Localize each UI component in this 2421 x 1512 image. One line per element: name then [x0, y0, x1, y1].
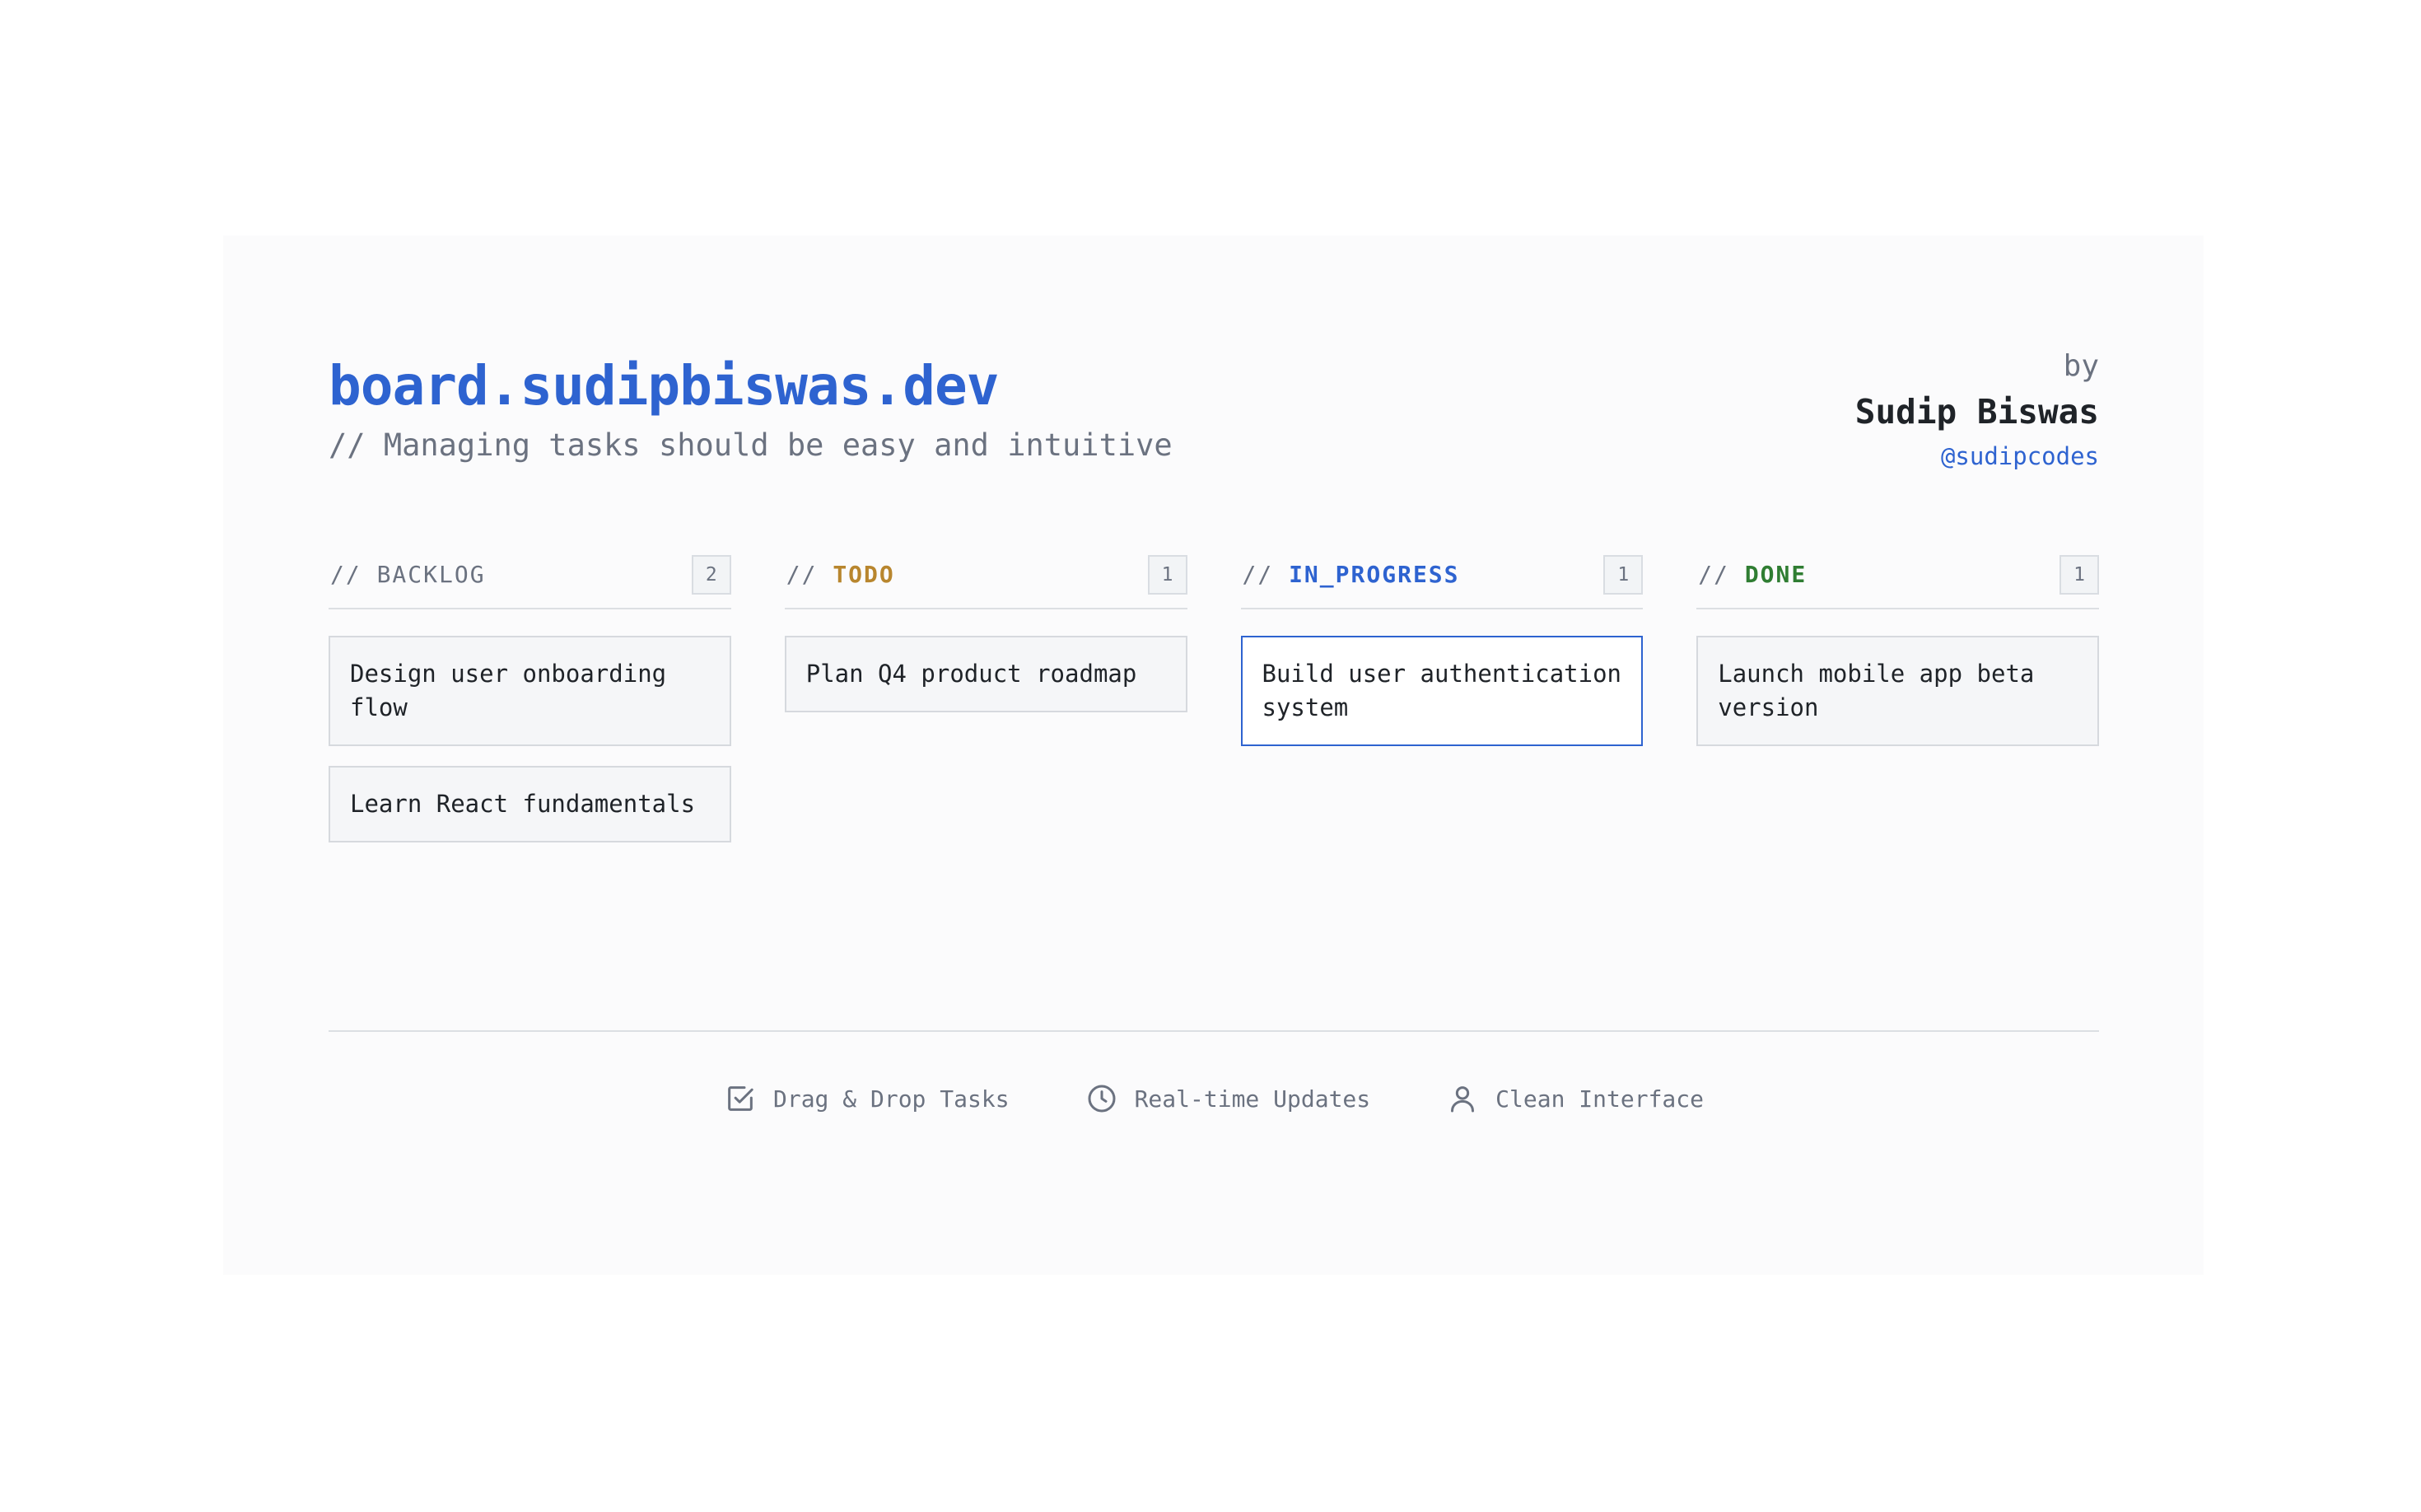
column-in-progress: // IN_PROGRESS 1 Build user authenticati… — [1240, 552, 1644, 842]
author-block: by Sudip Biswas @sudipcodes — [1855, 349, 2099, 476]
card-list: Build user authentication system — [1240, 636, 1644, 746]
clock-icon — [1088, 1085, 1116, 1113]
board-content: board.sudipbiswas.dev // Managing tasks … — [329, 236, 2099, 1275]
card-list: Design user onboarding flow Learn React … — [329, 636, 731, 842]
task-card[interactable]: Learn React fundamentals — [329, 766, 731, 842]
column-name: BACKLOG — [376, 561, 486, 588]
column-prefix: // — [1698, 561, 1729, 588]
column-header: // TODO 1 — [784, 552, 1187, 609]
author-by: by — [2063, 349, 2099, 383]
author-name: Sudip Biswas — [1854, 392, 2099, 432]
feature-label: Real-time Updates — [1134, 1085, 1371, 1113]
author-handle-link[interactable]: @sudipcodes — [1855, 436, 2099, 476]
column-backlog: // BACKLOG 2 Design user onboarding flow… — [329, 552, 731, 842]
column-name: TODO — [833, 561, 895, 588]
task-card[interactable]: Plan Q4 product roadmap — [784, 636, 1187, 712]
column-todo: // TODO 1 Plan Q4 product roadmap — [784, 552, 1187, 842]
site-title[interactable]: board.sudipbiswas.dev — [329, 349, 999, 423]
board-panel: board.sudipbiswas.dev // Managing tasks … — [223, 236, 2204, 1275]
column-prefix: // — [1242, 561, 1274, 588]
column-header: // IN_PROGRESS 1 — [1240, 552, 1644, 609]
header: board.sudipbiswas.dev // Managing tasks … — [329, 349, 2099, 481]
column-header: // DONE 1 — [1696, 552, 2099, 609]
column-prefix: // — [786, 561, 818, 588]
column-count-badge: 2 — [691, 555, 731, 595]
column-title: // TODO — [786, 558, 895, 591]
task-card[interactable]: Build user authentication system — [1240, 636, 1644, 746]
feature-label: Clean Interface — [1495, 1085, 1705, 1113]
feature-label: Drag & Drop Tasks — [772, 1085, 1010, 1113]
column-title: // IN_PROGRESS — [1243, 558, 1460, 591]
feature-item: Real-time Updates — [1085, 1082, 1371, 1115]
footer-divider — [329, 1030, 2099, 1032]
task-card[interactable]: Launch mobile app beta version — [1696, 636, 2099, 746]
card-list: Launch mobile app beta version — [1696, 636, 2099, 746]
column-title: // BACKLOG — [330, 558, 486, 591]
user-icon — [1451, 1086, 1475, 1113]
feature-item: Clean Interface — [1446, 1082, 1704, 1115]
column-count-badge: 1 — [2059, 555, 2099, 595]
column-header: // BACKLOG 2 — [329, 552, 731, 609]
column-title: // DONE — [1698, 558, 1807, 591]
feature-list: Drag & Drop Tasks Real-time Updates Clea… — [329, 1082, 2099, 1115]
task-card[interactable]: Design user onboarding flow — [329, 636, 731, 746]
column-prefix: // — [330, 561, 362, 588]
column-count-badge: 1 — [1147, 555, 1187, 595]
tagline: // Managing tasks should be easy and int… — [329, 427, 1173, 463]
kanban-columns: // BACKLOG 2 Design user onboarding flow… — [329, 552, 2099, 842]
checkbox-icon — [728, 1086, 753, 1111]
column-count-badge: 1 — [1603, 555, 1644, 595]
column-done: // DONE 1 Launch mobile app beta version — [1696, 552, 2099, 842]
column-name: IN_PROGRESS — [1289, 561, 1460, 588]
card-list: Plan Q4 product roadmap — [784, 636, 1187, 712]
column-name: DONE — [1744, 561, 1808, 588]
feature-item: Drag & Drop Tasks — [724, 1082, 1010, 1115]
